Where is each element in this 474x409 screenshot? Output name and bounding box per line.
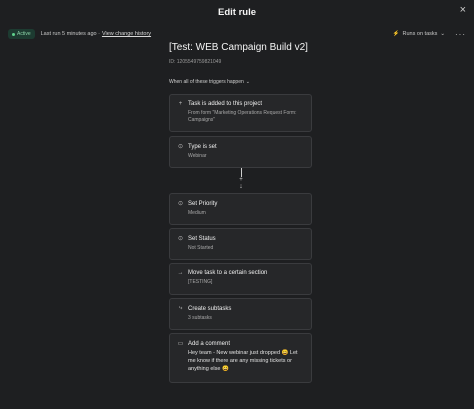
status-label: Active bbox=[17, 31, 31, 37]
trigger-detail: Webinar bbox=[188, 153, 207, 159]
action-title: Create subtasks bbox=[188, 305, 232, 312]
trigger-mode-dropdown[interactable]: When all of these triggers happen ⌄ bbox=[169, 79, 314, 85]
subtasks-icon: ⤷ bbox=[178, 305, 183, 311]
action-detail: [TESTING] bbox=[188, 279, 213, 285]
more-options-icon[interactable]: ··· bbox=[455, 30, 466, 39]
action-detail: Hey team - New webinar just dropped 😀 Le… bbox=[188, 350, 298, 372]
lightning-icon: ⚡ bbox=[392, 31, 400, 37]
rule-title[interactable]: [Test: WEB Campaign Build v2] bbox=[169, 42, 314, 53]
view-change-history-link[interactable]: View change history bbox=[102, 31, 151, 37]
action-detail: Medium bbox=[188, 210, 206, 216]
action-detail: 3 subtasks bbox=[188, 315, 212, 321]
action-title: Add a comment bbox=[188, 340, 231, 347]
comment-icon: ▭ bbox=[177, 341, 184, 347]
trigger-detail: From form "Marketing Operations Request … bbox=[188, 110, 297, 124]
page-title: Edit rule bbox=[217, 6, 256, 18]
trigger-card-task-added[interactable]: + Task is added to this project From for… bbox=[169, 94, 312, 132]
action-title: Set Priority bbox=[188, 200, 218, 207]
action-card-set-status[interactable]: ⊙ Set Status Not Started bbox=[169, 228, 312, 260]
status-badge[interactable]: Active bbox=[8, 29, 35, 39]
trigger-card-type-set[interactable]: ⊙ Type is set Webinar bbox=[169, 136, 312, 168]
trigger-mode-label: When all of these triggers happen bbox=[169, 79, 244, 85]
modal-header: Edit rule × bbox=[0, 0, 474, 24]
trigger-title: Type is set bbox=[188, 143, 217, 150]
close-icon[interactable]: × bbox=[460, 4, 466, 16]
action-card-create-subtasks[interactable]: ⤷ Create subtasks 3 subtasks bbox=[169, 298, 312, 330]
action-title: Set Status bbox=[188, 235, 216, 242]
circle-dot-icon: ⊙ bbox=[177, 236, 184, 242]
action-card-move-task[interactable]: → Move task to a certain section [TESTIN… bbox=[169, 263, 312, 295]
action-card-set-priority[interactable]: ⊙ Set Priority Medium bbox=[169, 193, 312, 225]
rule-id: ID: 1205549759821049 bbox=[169, 59, 222, 65]
action-detail: Not Started bbox=[188, 245, 214, 251]
chevron-down-icon: ⌄ bbox=[245, 79, 250, 85]
action-card-add-comment[interactable]: ▭ Add a comment Hey team - New webinar j… bbox=[169, 333, 312, 383]
chevron-down-icon: ⌄ bbox=[440, 31, 445, 37]
status-dot-icon bbox=[12, 32, 15, 36]
arrow-down-icon: ↓ bbox=[239, 183, 243, 190]
runs-on-label: Runs on tasks bbox=[402, 31, 438, 37]
action-title: Move task to a certain section bbox=[188, 270, 268, 276]
circle-dot-icon: ⊙ bbox=[177, 144, 184, 150]
circle-dot-icon: ⊙ bbox=[177, 201, 184, 207]
flow-connector: + ↓ bbox=[239, 168, 243, 190]
arrow-right-icon: → bbox=[177, 270, 184, 276]
rule-editor: [Test: WEB Campaign Build v2] ID: 120554… bbox=[169, 40, 314, 85]
trigger-title: Task is added to this project bbox=[188, 101, 263, 107]
last-run-text: Last run 5 minutes ago · bbox=[40, 31, 100, 37]
runs-on-dropdown[interactable]: ⚡ Runs on tasks ⌄ bbox=[393, 31, 445, 37]
plus-icon: + bbox=[178, 101, 183, 107]
